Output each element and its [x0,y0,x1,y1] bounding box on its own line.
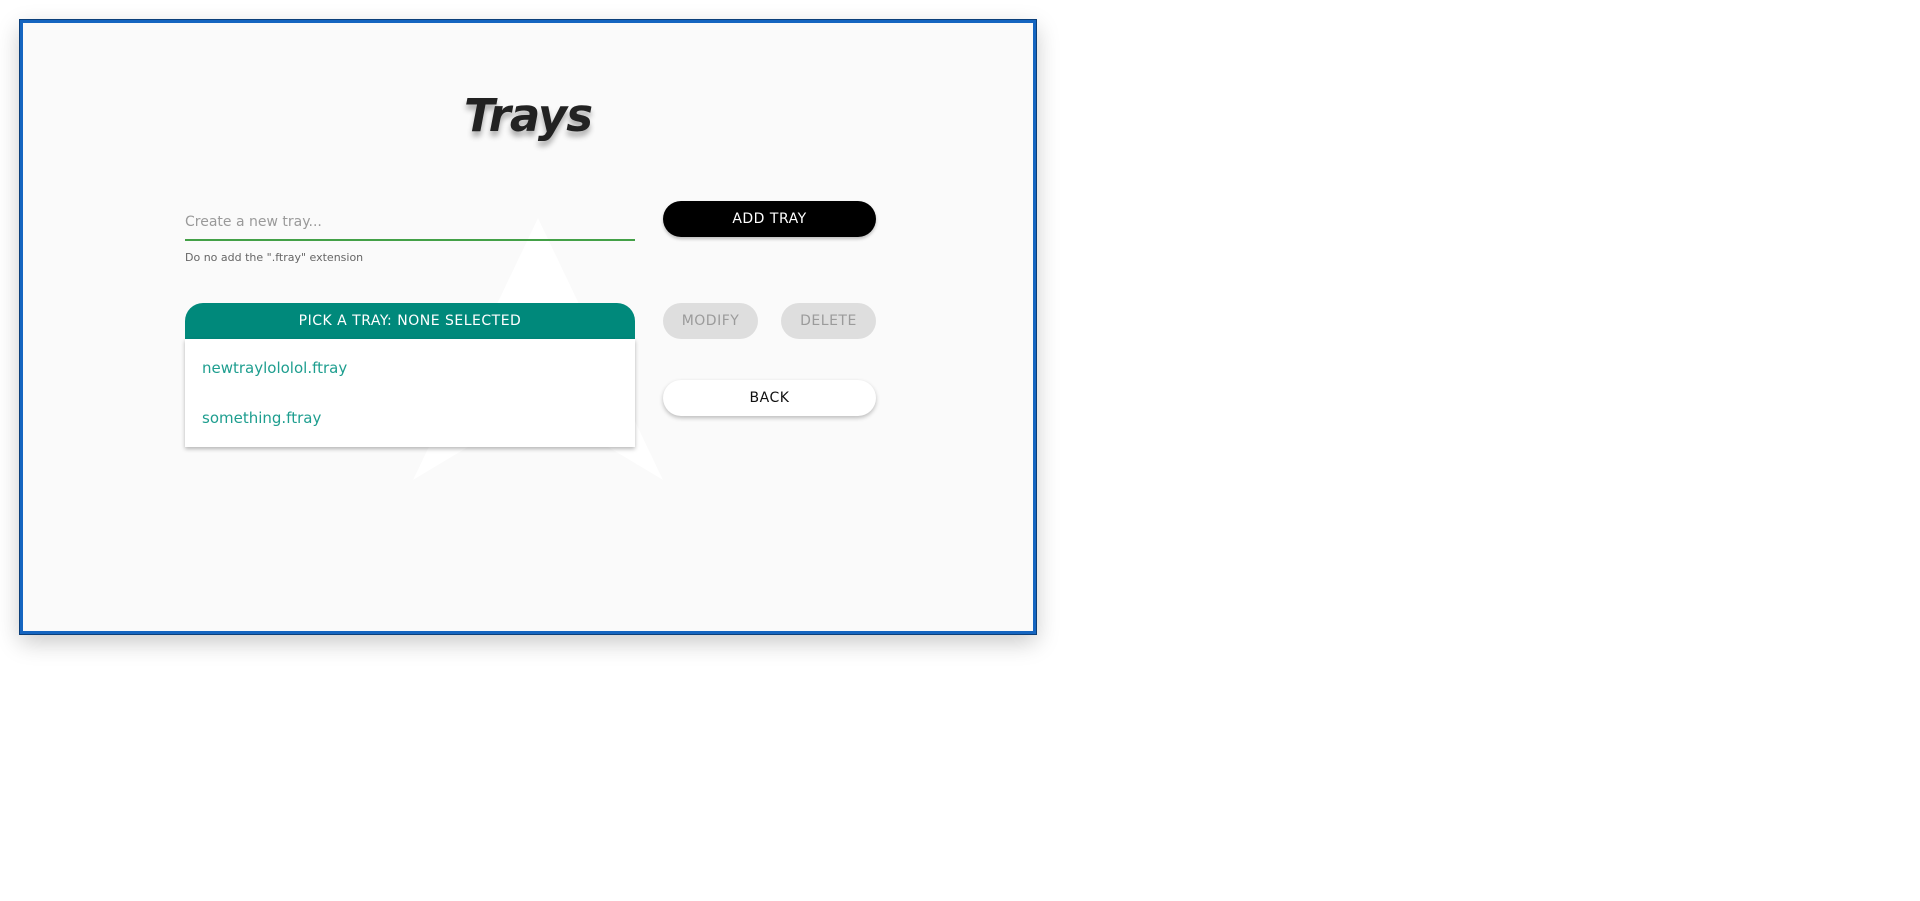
extension-hint: Do no add the ".ftray" extension [185,251,364,264]
back-button[interactable]: BACK [663,380,876,416]
delete-button[interactable]: DELETE [781,303,876,339]
modify-button[interactable]: MODIFY [663,303,758,339]
tray-option[interactable]: newtraylololol.ftray [185,343,635,393]
page-title: Trays [463,89,593,142]
tray-dropdown-menu: newtraylololol.ftray something.ftray [185,339,635,447]
new-tray-input[interactable] [185,208,635,241]
tray-option[interactable]: something.ftray [185,393,635,443]
add-tray-button[interactable]: ADD TRAY [663,201,876,237]
app-window: Trays Do no add the ".ftray" extension A… [19,19,1037,635]
new-tray-field: Do no add the ".ftray" extension [185,208,635,264]
pick-tray-dropdown-button[interactable]: PICK A TRAY: NONE SELECTED [185,303,635,339]
